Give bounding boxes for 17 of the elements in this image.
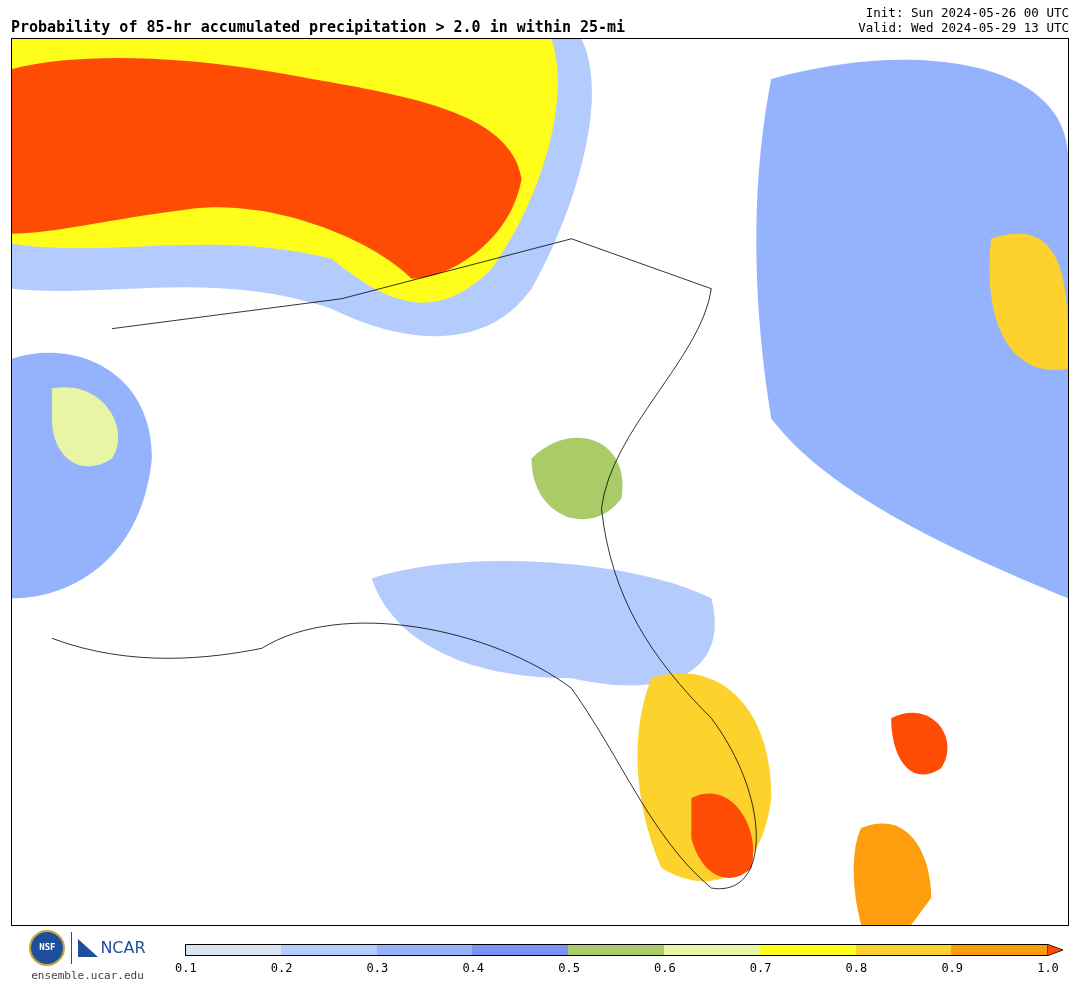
colorbar-tick-label: 1.0 xyxy=(1037,962,1058,974)
colorbar-tick-label: 0.2 xyxy=(270,962,291,974)
colorbar-tick-label: 0.3 xyxy=(366,962,387,974)
triangle-logo-icon xyxy=(78,939,99,957)
init-time: Init: Sun 2024-05-26 00 UTC xyxy=(865,5,1069,20)
colorbar-tick-label: 0.4 xyxy=(462,962,483,974)
map-title: Probability of 85-hr accumulated precipitation > 2.0 in within 25-mi xyxy=(11,20,626,35)
site-url: ensemble.ucar.edu xyxy=(31,968,144,984)
colorbar-tick-label: 0.1 xyxy=(175,962,195,974)
seal-logo: NSF xyxy=(29,930,66,966)
logo-name: NCAR xyxy=(100,940,146,956)
colorbar-tick-label: 0.5 xyxy=(558,962,579,974)
colorbar-tick-label: 0.9 xyxy=(941,962,962,974)
colorbar-tick-label: 0.7 xyxy=(749,962,770,974)
valid-time: Valid: Wed 2024-05-29 13 UTC xyxy=(858,20,1069,35)
colorbar-tick-label: 0.8 xyxy=(845,962,866,974)
colorbar-tick-label: 0.6 xyxy=(654,962,674,974)
